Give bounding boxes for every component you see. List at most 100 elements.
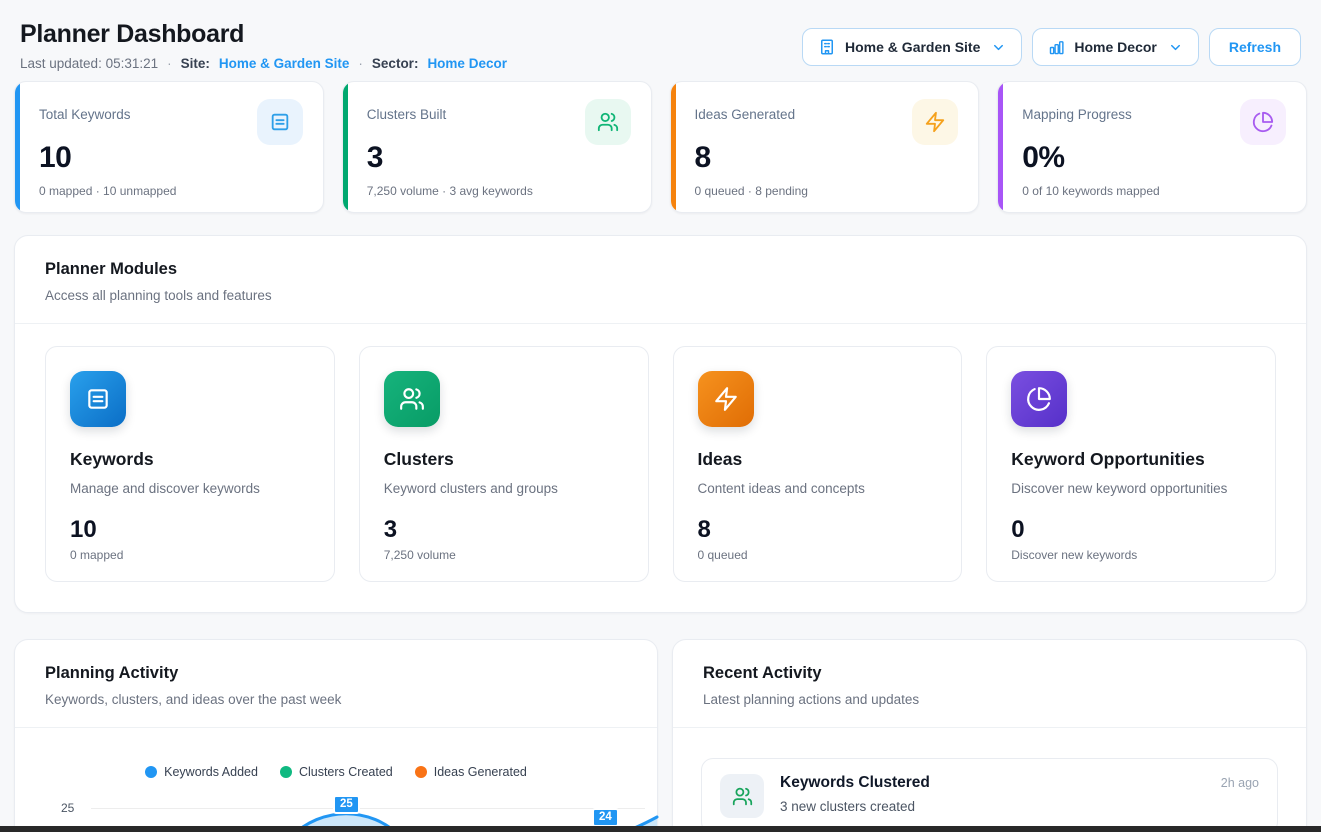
module-caption: 0 queued — [698, 548, 938, 562]
pie-chart-icon — [1240, 99, 1286, 145]
recent-activity-header: Recent Activity Latest planning actions … — [673, 640, 1306, 728]
legend-dot-blue — [145, 766, 157, 778]
stat-label: Mapping Progress — [1022, 99, 1132, 122]
refresh-button[interactable]: Refresh — [1209, 28, 1301, 66]
section-title: Planner Modules — [45, 260, 1276, 279]
module-title: Ideas — [698, 449, 938, 470]
building-icon — [818, 38, 836, 56]
activity-item-description: 3 new clusters created — [780, 799, 1259, 814]
site-selector-label: Home & Garden Site — [845, 39, 980, 55]
activity-item-keywords-clustered: Keywords Clustered 2h ago 3 new clusters… — [701, 758, 1278, 832]
activity-item-time: 2h ago — [1221, 776, 1259, 790]
header-left: Planner Dashboard Last updated: 05:31:21… — [20, 20, 507, 71]
users-icon — [585, 99, 631, 145]
legend-dot-green — [280, 766, 292, 778]
stat-label: Ideas Generated — [695, 99, 796, 122]
module-value: 3 — [384, 516, 624, 544]
meta-row: Last updated: 05:31:21 · Site: Home & Ga… — [20, 56, 507, 71]
stat-card-total-keywords: Total Keywords 10 0 mapped · 10 unmapped — [14, 81, 324, 213]
site-link[interactable]: Home & Garden Site — [219, 56, 350, 71]
planning-activity-header: Planning Activity Keywords, clusters, an… — [15, 640, 657, 728]
section-subtitle: Access all planning tools and features — [45, 288, 1276, 303]
module-caption: 7,250 volume — [384, 548, 624, 562]
module-title: Keywords — [70, 449, 310, 470]
pie-chart-icon — [1011, 371, 1067, 427]
module-value: 10 — [70, 516, 310, 544]
stat-caption: 7,250 volume · 3 avg keywords — [367, 184, 631, 198]
module-card-clusters[interactable]: Clusters Keyword clusters and groups 3 7… — [359, 346, 649, 582]
stat-value: 0% — [1022, 141, 1286, 175]
sector-selector-label: Home Decor — [1074, 39, 1156, 55]
stats-row: Total Keywords 10 0 mapped · 10 unmapped… — [14, 81, 1307, 213]
stat-caption: 0 of 10 keywords mapped — [1022, 184, 1286, 198]
header-controls: Home & Garden Site Home Decor Refresh — [802, 28, 1301, 66]
module-title: Keyword Opportunities — [1011, 449, 1251, 470]
stat-label: Clusters Built — [367, 99, 447, 122]
sector-label: Sector: — [372, 56, 419, 71]
modules-grid: Keywords Manage and discover keywords 10… — [15, 324, 1306, 612]
recent-activity-list: Keywords Clustered 2h ago 3 new clusters… — [673, 728, 1306, 832]
legend-label: Keywords Added — [164, 765, 258, 779]
section-title: Recent Activity — [703, 664, 1276, 683]
sector-selector-dropdown[interactable]: Home Decor — [1032, 28, 1198, 66]
section-subtitle: Keywords, clusters, and ideas over the p… — [45, 692, 627, 707]
module-description: Manage and discover keywords — [70, 481, 310, 496]
last-updated-text: Last updated: 05:31:21 — [20, 56, 158, 71]
activity-item-title: Keywords Clustered — [780, 774, 930, 792]
sector-link[interactable]: Home Decor — [427, 56, 507, 71]
users-icon — [720, 774, 764, 818]
recent-activity-section: Recent Activity Latest planning actions … — [672, 639, 1307, 832]
chart-legend: Keywords Added Clusters Created Ideas Ge… — [15, 765, 657, 779]
module-title: Clusters — [384, 449, 624, 470]
chevron-down-icon — [1168, 40, 1183, 55]
stat-card-ideas-generated: Ideas Generated 8 0 queued · 8 pending — [670, 81, 980, 213]
legend-label: Clusters Created — [299, 765, 393, 779]
section-subtitle: Latest planning actions and updates — [703, 692, 1276, 707]
planner-modules-section: Planner Modules Access all planning tool… — [14, 235, 1307, 613]
chevron-down-icon — [991, 40, 1006, 55]
module-value: 8 — [698, 516, 938, 544]
window-edge — [0, 826, 1321, 832]
legend-item-clusters-created[interactable]: Clusters Created — [280, 765, 393, 779]
stat-caption: 0 queued · 8 pending — [695, 184, 959, 198]
stat-label: Total Keywords — [39, 99, 131, 122]
site-label: Site: — [181, 56, 210, 71]
stat-card-mapping-progress: Mapping Progress 0% 0 of 10 keywords map… — [997, 81, 1307, 213]
module-description: Discover new keyword opportunities — [1011, 481, 1251, 496]
page-title: Planner Dashboard — [20, 20, 507, 49]
module-caption: Discover new keywords — [1011, 548, 1251, 562]
data-label-25: 25 — [333, 795, 360, 814]
stat-caption: 0 mapped · 10 unmapped — [39, 184, 303, 198]
page-header: Planner Dashboard Last updated: 05:31:21… — [0, 0, 1321, 71]
module-value: 0 — [1011, 516, 1251, 544]
lightning-icon — [698, 371, 754, 427]
module-description: Keyword clusters and groups — [384, 481, 624, 496]
module-description: Content ideas and concepts — [698, 481, 938, 496]
legend-item-ideas-generated[interactable]: Ideas Generated — [415, 765, 527, 779]
lightning-icon — [912, 99, 958, 145]
site-selector-dropdown[interactable]: Home & Garden Site — [802, 28, 1022, 66]
document-icon — [257, 99, 303, 145]
planner-modules-header: Planner Modules Access all planning tool… — [15, 236, 1306, 324]
planning-activity-section: Planning Activity Keywords, clusters, an… — [14, 639, 658, 832]
module-card-ideas[interactable]: Ideas Content ideas and concepts 8 0 que… — [673, 346, 963, 582]
data-label-24: 24 — [592, 808, 619, 827]
activity-item-body: Keywords Clustered 2h ago 3 new clusters… — [780, 774, 1259, 818]
separator-dot: · — [167, 56, 172, 71]
module-card-keyword-opportunities[interactable]: Keyword Opportunities Discover new keywo… — [986, 346, 1276, 582]
users-icon — [384, 371, 440, 427]
section-title: Planning Activity — [45, 664, 627, 683]
bottom-row: Planning Activity Keywords, clusters, an… — [14, 639, 1307, 832]
module-caption: 0 mapped — [70, 548, 310, 562]
module-card-keywords[interactable]: Keywords Manage and discover keywords 10… — [45, 346, 335, 582]
legend-item-keywords-added[interactable]: Keywords Added — [145, 765, 258, 779]
bar-chart-icon — [1048, 39, 1065, 56]
legend-dot-orange — [415, 766, 427, 778]
stat-value: 3 — [367, 141, 631, 175]
legend-label: Ideas Generated — [434, 765, 527, 779]
separator-dot: · — [358, 56, 363, 71]
stat-value: 8 — [695, 141, 959, 175]
stat-value: 10 — [39, 141, 303, 175]
stat-card-clusters-built: Clusters Built 3 7,250 volume · 3 avg ke… — [342, 81, 652, 213]
document-icon — [70, 371, 126, 427]
